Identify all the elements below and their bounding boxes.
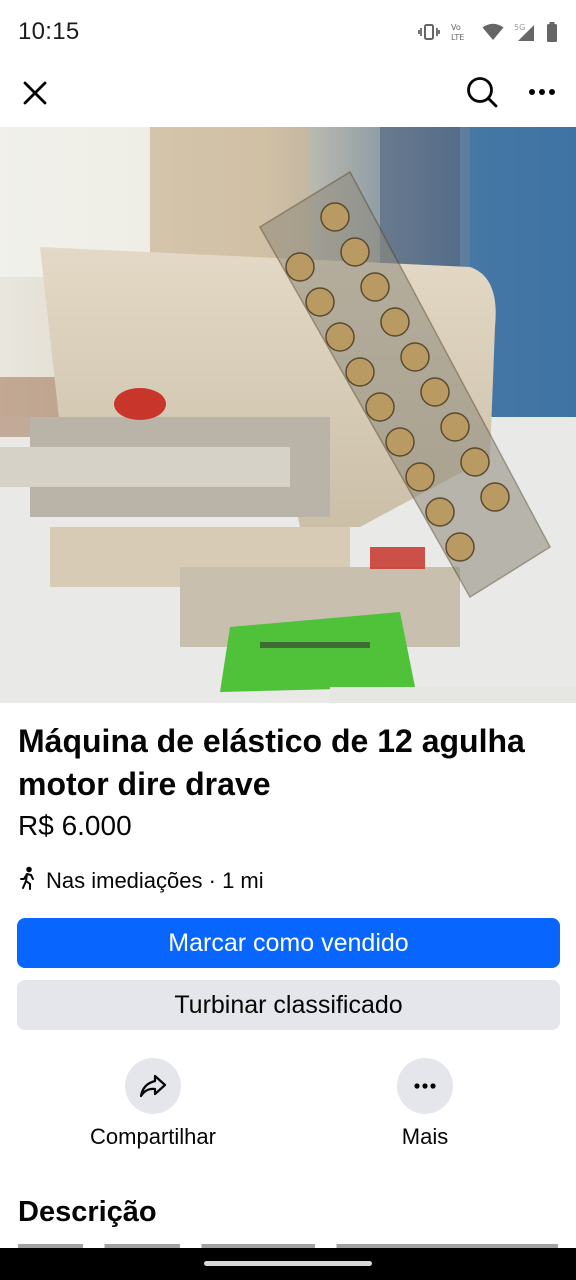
mark-as-sold-button[interactable]: Marcar como vendido xyxy=(17,918,560,968)
svg-text:Vo: Vo xyxy=(451,23,461,32)
more-label: Mais xyxy=(401,1124,449,1149)
close-button[interactable] xyxy=(14,72,56,114)
vibrate-icon xyxy=(418,23,440,41)
share-button[interactable] xyxy=(125,1058,181,1114)
listing-title: Máquina de elástico de 12 agulha motor d… xyxy=(18,723,525,802)
description-heading: Descrição xyxy=(18,1196,157,1228)
more-action[interactable]: Mais xyxy=(345,1058,505,1150)
wifi-icon xyxy=(482,23,504,41)
volte-icon: Vo LTE xyxy=(450,22,472,42)
status-icons: Vo LTE 5G xyxy=(418,22,558,42)
listing-photo[interactable] xyxy=(0,127,576,703)
boost-listing-button[interactable]: Turbinar classificado xyxy=(17,980,560,1030)
top-app-bar xyxy=(0,64,576,126)
sewing-machine-image xyxy=(0,127,576,703)
more-button[interactable] xyxy=(397,1058,453,1114)
walking-person-icon xyxy=(18,866,38,896)
close-icon xyxy=(23,81,47,105)
search-icon xyxy=(467,77,498,108)
more-horizontal-icon xyxy=(529,89,555,95)
location-row: Nas imediações · 1 mi xyxy=(18,866,264,896)
search-button[interactable] xyxy=(460,70,504,114)
share-action[interactable]: Compartilhar xyxy=(73,1058,233,1150)
svg-text:LTE: LTE xyxy=(451,33,464,42)
share-icon xyxy=(139,1074,167,1098)
signal-5g-icon: 5G xyxy=(514,22,536,42)
location-text: Nas imediações · 1 mi xyxy=(46,868,264,893)
more-horizontal-icon xyxy=(414,1083,436,1089)
svg-text:5G: 5G xyxy=(514,23,525,32)
listing-price: R$ 6.000 xyxy=(18,810,132,841)
more-options-button[interactable] xyxy=(520,70,564,114)
share-label: Compartilhar xyxy=(90,1124,216,1149)
status-time: 10:15 xyxy=(18,18,80,45)
home-gesture-handle[interactable] xyxy=(204,1261,372,1266)
system-nav-bar xyxy=(0,1248,576,1280)
status-bar: 10:15 Vo LTE 5G xyxy=(0,0,576,64)
battery-icon xyxy=(546,22,558,42)
